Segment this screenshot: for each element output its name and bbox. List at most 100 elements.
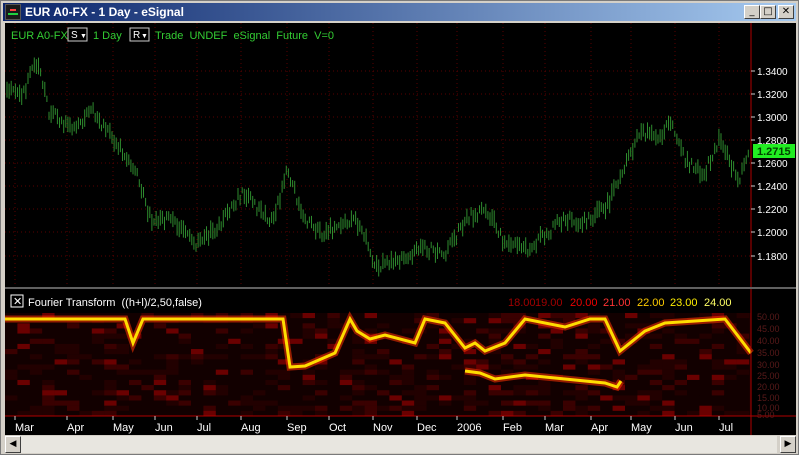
y-tick-label: 1.2000 xyxy=(757,228,788,239)
heatmap-cell xyxy=(253,364,266,370)
heatmap-cell xyxy=(290,343,303,350)
heatmap-cell xyxy=(674,385,688,391)
heatmap-cell xyxy=(327,328,340,334)
heatmap-cell xyxy=(253,359,266,365)
heatmap-cell xyxy=(401,379,415,386)
heatmap-cell xyxy=(339,354,353,360)
heatmap-cell xyxy=(724,379,737,386)
heatmap-cell xyxy=(550,354,564,360)
heatmap-cell xyxy=(17,328,30,334)
heatmap-cell xyxy=(674,338,688,345)
heatmap-cell xyxy=(513,385,526,391)
heatmap-cell xyxy=(203,338,216,345)
scroll-left-button[interactable]: ◀ xyxy=(5,436,21,453)
heatmap-cell xyxy=(662,410,675,417)
heatmap-cell xyxy=(563,400,576,406)
heatmap-cell xyxy=(488,328,502,334)
heatmap-cell xyxy=(525,343,539,350)
heatmap-cell xyxy=(166,385,179,391)
interval-label[interactable]: 1 Day xyxy=(93,30,122,42)
heatmap-cell xyxy=(141,343,154,350)
heatmap-cell xyxy=(302,400,316,406)
heatmap-cell xyxy=(191,395,204,401)
heatmap-cell xyxy=(17,379,30,386)
heatmap-cell xyxy=(439,410,452,417)
heatmap-cell xyxy=(141,349,154,355)
minimize-button[interactable]: _ xyxy=(744,5,760,19)
maximize-button[interactable]: □ xyxy=(760,5,776,19)
heatmap-cell xyxy=(662,338,675,345)
heatmap-cell xyxy=(129,390,142,396)
heatmap-cell xyxy=(153,364,167,370)
heatmap-cell xyxy=(315,338,328,345)
heatmap-cell xyxy=(637,374,650,381)
heatmap-cell xyxy=(364,354,378,360)
symbol-label[interactable]: EUR A0-FX xyxy=(11,30,69,42)
heatmap-cell xyxy=(178,338,192,345)
heatmap-cell xyxy=(426,343,440,350)
heatmap-cell xyxy=(215,405,229,411)
study-title[interactable]: Fourier Transform ((h+l)/2,50,false) xyxy=(28,297,202,309)
heatmap-cell xyxy=(674,405,688,411)
heatmap-cell xyxy=(637,385,650,391)
horizontal-scrollbar[interactable]: ◀ ▶ xyxy=(5,436,796,453)
heatmap-cell xyxy=(129,405,142,411)
heatmap-cell xyxy=(451,385,464,391)
heatmap-cell xyxy=(290,338,303,345)
chart-area[interactable]: EUR A0-FX S ▼ 1 Day R ▼ Trade UNDEF eSig… xyxy=(5,23,796,435)
fourier-heatmap xyxy=(5,311,754,417)
heatmap-cell xyxy=(203,359,216,365)
heatmap-cell xyxy=(513,343,526,350)
x-tick-label: Apr xyxy=(67,422,84,434)
study-y-tick-label: 20.00 xyxy=(757,382,780,392)
close-window-button[interactable]: ✕ xyxy=(778,5,794,19)
y-tick-label: 1.1800 xyxy=(757,252,788,263)
heatmap-cell xyxy=(364,349,378,355)
x-tick-label: Feb xyxy=(503,422,522,434)
heatmap-cell xyxy=(104,390,117,396)
heatmap-cell xyxy=(538,385,551,391)
heatmap-cell xyxy=(104,333,117,339)
heatmap-cell xyxy=(104,374,117,381)
x-tick-label: Apr xyxy=(591,422,608,434)
heatmap-cell xyxy=(153,359,167,365)
heatmap-cell xyxy=(153,390,167,396)
heatmap-cell xyxy=(67,349,80,355)
heatmap-cell xyxy=(178,364,192,370)
heatmap-cell xyxy=(377,354,390,360)
heatmap-cell xyxy=(42,395,55,401)
heatmap-cell xyxy=(724,374,737,381)
heatmap-cell xyxy=(277,405,291,411)
heatmap-cell xyxy=(587,405,601,411)
heatmap-cell xyxy=(42,390,55,396)
heatmap-cell xyxy=(612,410,626,417)
heatmap-cell xyxy=(277,390,291,396)
heatmap-cell xyxy=(253,395,266,401)
heatmap-cell xyxy=(476,385,489,391)
heatmap-cell xyxy=(426,374,440,381)
heatmap-cell xyxy=(67,395,80,401)
heatmap-cell xyxy=(5,349,18,355)
heatmap-cell xyxy=(315,405,328,411)
heatmap-cell xyxy=(501,405,514,411)
heatmap-cell xyxy=(625,400,638,406)
close-icon[interactable]: ✕ xyxy=(13,296,22,308)
heatmap-cell xyxy=(550,338,564,345)
heatmap-cell xyxy=(401,318,415,324)
heatmap-cell xyxy=(587,410,601,417)
heatmap-cell xyxy=(699,338,712,345)
heatmap-cell xyxy=(153,328,167,334)
heatmap-cell xyxy=(662,364,675,370)
heatmap-cell xyxy=(625,359,638,365)
title-bar[interactable]: EUR A0-FX - 1 Day - eSignal _ □ ✕ xyxy=(3,3,796,21)
scroll-right-button[interactable]: ▶ xyxy=(780,436,796,453)
heatmap-cell xyxy=(339,385,353,391)
heatmap-cell xyxy=(674,379,688,386)
heatmap-cell xyxy=(649,354,663,360)
study-y-tick-label: 45.00 xyxy=(757,324,780,334)
heatmap-cell xyxy=(228,328,241,334)
heatmap-cell xyxy=(736,410,750,417)
heatmap-cell xyxy=(166,343,179,350)
esignal-app-icon[interactable] xyxy=(5,4,21,20)
heatmap-cell xyxy=(488,390,502,396)
